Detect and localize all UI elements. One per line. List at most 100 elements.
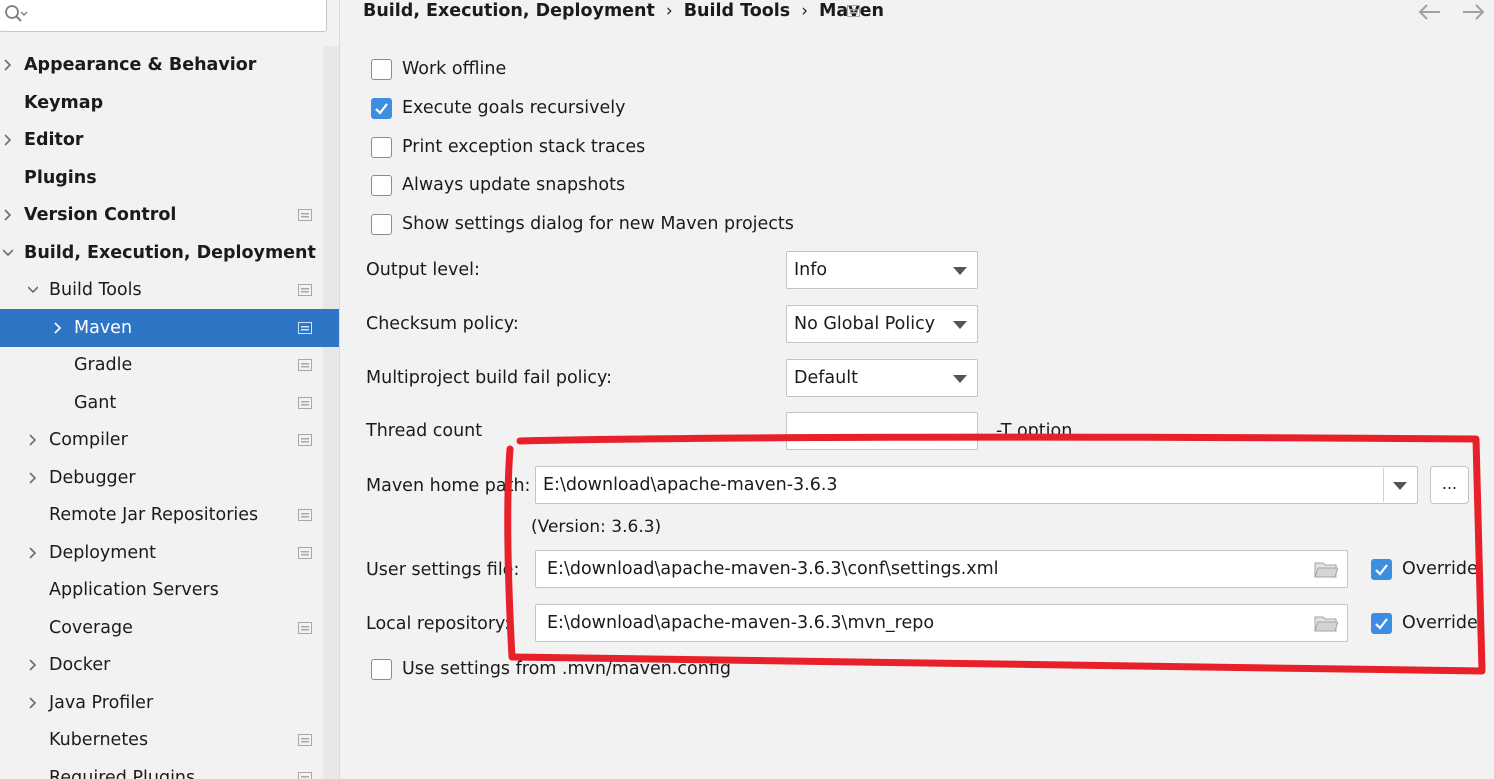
sidebar-item-debugger[interactable]: Debugger	[0, 459, 339, 497]
icon-shape	[301, 551, 309, 553]
sidebar-item-label: Build Tools	[49, 280, 142, 300]
sidebar-item-build-tools[interactable]: Build Tools	[0, 271, 339, 309]
local-repository-field[interactable]: E:\download\apache-maven-3.6.3\mvn_repo	[535, 604, 1348, 642]
project-scope-icon	[298, 547, 312, 559]
arrow-left-icon[interactable]	[1416, 2, 1444, 22]
chevron-right-icon[interactable]	[3, 209, 13, 221]
icon-shape	[298, 322, 312, 334]
checkbox-box[interactable]	[371, 137, 392, 158]
sidebar-item-editor[interactable]: Editor	[0, 121, 339, 159]
icon-shape	[298, 547, 312, 559]
sidebar-item-java-profiler[interactable]: Java Profiler	[0, 684, 339, 722]
sidebar-item-gradle[interactable]: Gradle	[0, 346, 339, 384]
icon-shape	[301, 554, 309, 556]
sidebar-item-version-control[interactable]: Version Control	[0, 196, 339, 234]
sidebar-item-gant[interactable]: Gant	[0, 384, 339, 422]
sidebar-item-application-servers[interactable]: Application Servers	[0, 571, 339, 609]
chevron-right-icon[interactable]	[3, 134, 13, 146]
project-scope-icon	[298, 284, 312, 296]
checkbox-label: Override	[1402, 559, 1478, 579]
sidebar-item-keymap[interactable]: Keymap	[0, 84, 339, 122]
sidebar-item-label: Plugins	[24, 168, 97, 188]
thread-option-hint: -T option	[996, 421, 1073, 441]
chevron-right-icon[interactable]	[28, 547, 38, 559]
project-scope-icon	[847, 5, 860, 17]
chevron-right-icon[interactable]	[28, 472, 38, 484]
checkmark-icon	[1375, 564, 1388, 576]
icon-shape	[301, 213, 309, 215]
sidebar-item-required-plugins[interactable]: Required Plugins	[0, 759, 339, 779]
sidebar-item-label: Java Profiler	[49, 693, 154, 713]
sidebar-item-label: Gradle	[74, 355, 133, 375]
sidebar-item-label: Kubernetes	[49, 730, 149, 750]
sidebar-item-label: Debugger	[49, 468, 136, 488]
chevron-down-icon[interactable]	[28, 284, 38, 296]
sidebar-item-coverage[interactable]: Coverage	[0, 609, 339, 647]
icon-shape	[298, 434, 312, 446]
checkbox-box[interactable]	[371, 659, 392, 680]
dropdown-arrow-icon	[953, 267, 967, 275]
output-level-label: Output level:	[366, 260, 480, 280]
icon-shape	[301, 513, 309, 515]
project-scope-icon	[298, 359, 312, 371]
icon-shape	[301, 738, 309, 740]
breadcrumb-item[interactable]: Build, Execution, Deployment	[363, 0, 655, 22]
maven-settings-panel: Build, Execution, Deployment › Build Tools…	[341, 0, 1494, 779]
checkbox-box[interactable]	[1371, 613, 1392, 634]
chevron-right-icon[interactable]	[28, 697, 38, 709]
icon-shape	[298, 284, 312, 296]
local-repository-value: E:\download\apache-maven-3.6.3\mvn_repo	[547, 613, 935, 633]
chevron-down-icon[interactable]	[3, 247, 13, 259]
chevron-right-icon[interactable]	[53, 322, 63, 334]
icon-shape	[301, 329, 309, 331]
icon-shape	[301, 626, 309, 628]
sidebar-item-plugins[interactable]: Plugins	[0, 159, 339, 197]
checkbox-label: Show settings dialog for new Maven proje…	[402, 214, 794, 234]
icon-shape	[301, 288, 309, 290]
project-scope-icon	[298, 509, 312, 521]
checkmark-icon	[1375, 618, 1388, 630]
chevron-right-icon[interactable]	[28, 659, 38, 671]
checkmark-icon	[375, 103, 388, 115]
chevron-right-icon[interactable]	[3, 59, 13, 71]
sidebar-item-remote-jar-repositories[interactable]: Remote Jar Repositories	[0, 496, 339, 534]
checkbox-box[interactable]	[371, 98, 392, 119]
checksum-policy-dropdown[interactable]: No Global Policy	[786, 305, 978, 343]
checkbox-box[interactable]	[1371, 559, 1392, 580]
checkbox-box[interactable]	[371, 59, 392, 80]
sidebar-item-deployment[interactable]: Deployment	[0, 534, 339, 572]
icon-shape	[298, 622, 312, 634]
checkbox-label: Use settings from .mvn/maven.config	[402, 659, 731, 679]
dropdown-arrow-icon[interactable]	[1393, 482, 1407, 490]
sidebar-item-build-execution-deployment[interactable]: Build, Execution, Deployment	[0, 234, 339, 272]
thread-count-input[interactable]	[786, 412, 978, 450]
settings-search-input[interactable]	[0, 0, 327, 32]
sidebar-item-kubernetes[interactable]: Kubernetes	[0, 721, 339, 759]
arrow-right-icon[interactable]	[1459, 2, 1487, 22]
sidebar-item-maven[interactable]: Maven	[0, 309, 339, 347]
sidebar-item-label: Appearance & Behavior	[24, 55, 257, 75]
fail-policy-dropdown[interactable]: Default	[786, 359, 978, 397]
folder-icon[interactable]	[1314, 560, 1338, 579]
breadcrumb-item[interactable]: Build Tools	[684, 0, 791, 22]
sidebar-item-label: Build, Execution, Deployment	[24, 243, 316, 263]
icon-shape	[301, 516, 309, 518]
project-scope-icon	[298, 209, 312, 221]
output-level-dropdown[interactable]: Info	[786, 251, 978, 289]
checkbox-box[interactable]	[371, 175, 392, 196]
user-settings-field[interactable]: E:\download\apache-maven-3.6.3\conf\sett…	[535, 550, 1348, 588]
combo-divider	[1383, 468, 1384, 502]
sidebar-item-label: Compiler	[49, 430, 128, 450]
folder-icon[interactable]	[1314, 614, 1338, 633]
sidebar-item-compiler[interactable]: Compiler	[0, 421, 339, 459]
maven-home-combo[interactable]: E:\download\apache-maven-3.6.3	[535, 466, 1418, 504]
chevron-right-icon[interactable]	[28, 434, 38, 446]
icon-shape	[301, 216, 309, 218]
icon-shape	[301, 741, 309, 743]
sidebar-item-appearance-behavior[interactable]: Appearance & Behavior	[0, 46, 339, 84]
sidebar-item-label: Docker	[49, 655, 111, 675]
browse-maven-home-button[interactable]: ...	[1430, 466, 1469, 504]
user-settings-value: E:\download\apache-maven-3.6.3\conf\sett…	[547, 559, 999, 579]
sidebar-item-docker[interactable]: Docker	[0, 646, 339, 684]
checkbox-box[interactable]	[371, 214, 392, 235]
